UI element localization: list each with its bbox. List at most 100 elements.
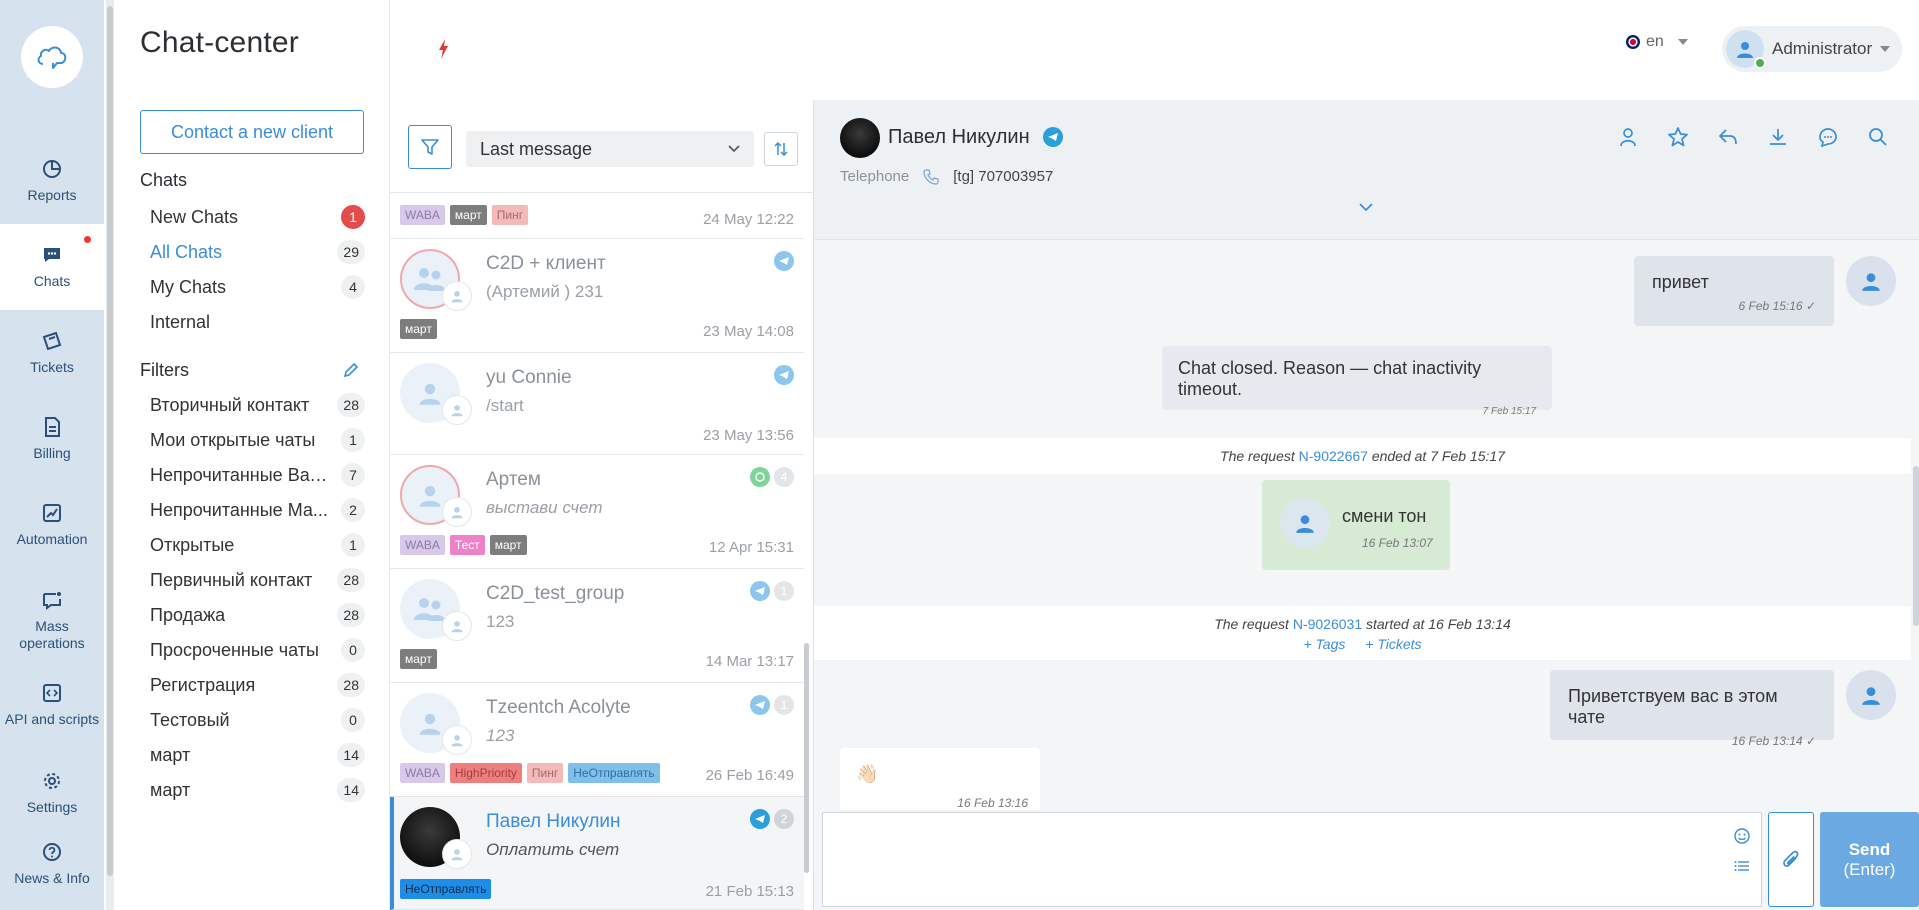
- filter-item[interactable]: март 14: [150, 773, 365, 807]
- chat-icon: [44, 247, 60, 262]
- rail-billing[interactable]: Billing: [0, 396, 104, 482]
- filter-item[interactable]: Просроченные чаты 0: [150, 633, 365, 667]
- message-time: 16 Feb 13:14 ✓: [1731, 734, 1816, 748]
- search-icon[interactable]: [1867, 126, 1889, 148]
- edit-pencil-icon[interactable]: [342, 361, 360, 379]
- document-icon: [45, 416, 60, 437]
- filter-item[interactable]: Непрочитанные Ват... 7: [150, 458, 365, 492]
- rail-label: Chats: [33, 272, 71, 289]
- filter-item[interactable]: Продажа 28: [150, 598, 365, 632]
- rail-scrollbar[interactable]: [106, 0, 114, 910]
- contact-new-client-button[interactable]: Contact a new client: [140, 110, 364, 154]
- chat-preview: 123: [486, 726, 515, 745]
- avatar: [1726, 30, 1766, 69]
- nav-item-all-chats[interactable]: All Chats 29: [150, 235, 365, 269]
- chat-preview: Оплатить счет: [486, 840, 620, 859]
- tag: WABA: [400, 205, 445, 225]
- logo[interactable]: [21, 26, 83, 88]
- telegram-icon: [750, 581, 770, 601]
- filter-item[interactable]: Тестовый 0: [150, 703, 365, 737]
- tag: WABA: [400, 535, 445, 555]
- send-button[interactable]: Send (Enter): [1820, 812, 1919, 907]
- tag: WABA: [400, 763, 445, 783]
- list-item[interactable]: yu Connie /start 23 May 13:56: [390, 353, 804, 455]
- user-icon: [451, 405, 463, 417]
- rail-reports[interactable]: Reports: [0, 138, 104, 224]
- tag: НеОтправлять: [400, 879, 492, 899]
- user-icon: [419, 713, 441, 735]
- list-item-selected[interactable]: Павел Никулин Оплатить счет 2 НеОтправля…: [390, 797, 804, 910]
- chat-list-scrollbar[interactable]: [804, 193, 810, 910]
- chat-date: 23 May 14:08: [703, 323, 794, 340]
- operator-avatar: [442, 395, 472, 425]
- code-icon: [43, 683, 61, 702]
- filter-item[interactable]: Непрочитанные Ма... 2: [150, 493, 365, 527]
- message-input[interactable]: [822, 812, 1762, 907]
- tag: Пинг: [526, 763, 564, 783]
- chat-date: 26 Feb 16:49: [705, 767, 794, 784]
- reply-icon[interactable]: [1717, 126, 1739, 148]
- add-tags-link[interactable]: + Tags: [1303, 636, 1345, 652]
- tag: Пинг: [491, 205, 529, 225]
- tag: март: [400, 319, 437, 339]
- lightning-icon[interactable]: [436, 38, 450, 60]
- chat-bubbles-icon[interactable]: [1817, 126, 1839, 148]
- operator-avatar: [442, 281, 472, 311]
- operator-avatar: [442, 497, 472, 527]
- rail-news[interactable]: News & Info: [0, 842, 104, 910]
- count-badge: 29: [337, 240, 365, 264]
- filter-button[interactable]: [408, 125, 452, 169]
- operator-avatar: [442, 725, 472, 755]
- rail-settings[interactable]: Settings: [0, 750, 104, 836]
- add-tickets-link[interactable]: + Tickets: [1365, 636, 1421, 652]
- list-item[interactable]: Артем выстави счет 4 WABA Тест март 12 A…: [390, 455, 804, 569]
- chat-name: Павел Никулин: [486, 811, 621, 832]
- chevron-down-icon: [728, 145, 740, 153]
- nav-item-internal[interactable]: Internal: [150, 305, 365, 339]
- chat-date: 12 Apr 15:31: [708, 539, 794, 556]
- star-icon[interactable]: [1667, 126, 1689, 148]
- chevron-down-icon: [1880, 46, 1891, 52]
- sort-direction-button[interactable]: [764, 132, 798, 166]
- list-item[interactable]: Tzeentch Acolyte 123 1 WABA HighPriority…: [390, 683, 804, 797]
- message-outgoing: Приветствуем вас в этом чате 16 Feb 13:1…: [1550, 670, 1834, 748]
- user-menu[interactable]: Administrator: [1722, 26, 1902, 72]
- templates-list-icon[interactable]: [1733, 857, 1751, 875]
- tag: Тест: [449, 535, 485, 555]
- list-item[interactable]: WABA март Пинг 24 May 12:22: [390, 193, 804, 239]
- request-ended-notice: The request N-9022667 ended at 7 Feb 15:…: [814, 438, 1911, 474]
- chat-list-toolbar: Last message: [390, 100, 814, 193]
- rail-mass-operations[interactable]: Mass operations: [0, 578, 104, 664]
- chat-date: 14 Mar 13:17: [705, 653, 794, 670]
- emoji-icon[interactable]: [1733, 827, 1751, 845]
- filter-item[interactable]: Открытые 1: [150, 528, 365, 562]
- list-item[interactable]: C2D + клиент (Артемий ) 231 март 23 May …: [390, 239, 804, 353]
- filter-item[interactable]: Первичный контакт 28: [150, 563, 365, 597]
- message-time: 16 Feb 13:16: [957, 796, 1028, 810]
- app: Reports Chats Tickets Billing Automation…: [0, 0, 1919, 910]
- sort-select[interactable]: Last message: [466, 131, 754, 167]
- rail-automation[interactable]: Automation: [0, 482, 104, 568]
- request-link[interactable]: N-9026031: [1293, 616, 1362, 632]
- filter-item[interactable]: март 14: [150, 738, 365, 772]
- nav-item-new-chats[interactable]: New Chats 1: [150, 200, 365, 234]
- rail-tickets[interactable]: Tickets: [0, 310, 104, 396]
- filter-item[interactable]: Вторичный контакт 28: [150, 388, 365, 422]
- telegram-icon: [774, 251, 794, 271]
- filter-item[interactable]: Мои открытые чаты 1: [150, 423, 365, 457]
- filter-item[interactable]: Регистрация 28: [150, 668, 365, 702]
- message-time: 16 Feb 13:07: [1362, 536, 1433, 550]
- user-profile-icon[interactable]: [1617, 126, 1639, 148]
- unread-count: 1: [774, 695, 794, 715]
- chevron-down-icon[interactable]: [1358, 202, 1374, 212]
- nav-item-my-chats[interactable]: My Chats 4: [150, 270, 365, 304]
- chat-date: 21 Feb 15:13: [705, 883, 794, 900]
- download-icon[interactable]: [1767, 126, 1789, 148]
- request-link[interactable]: N-9022667: [1299, 448, 1368, 464]
- language-selector[interactable]: en: [1626, 33, 1688, 51]
- attach-file-button[interactable]: [1768, 812, 1814, 907]
- list-item[interactable]: C2D_test_group 123 1 март 14 Mar 13:17: [390, 569, 804, 683]
- rail-api-scripts[interactable]: API and scripts: [0, 662, 104, 748]
- messages-scrollbar[interactable]: [1911, 240, 1919, 810]
- cloud-chat-icon: [37, 46, 67, 69]
